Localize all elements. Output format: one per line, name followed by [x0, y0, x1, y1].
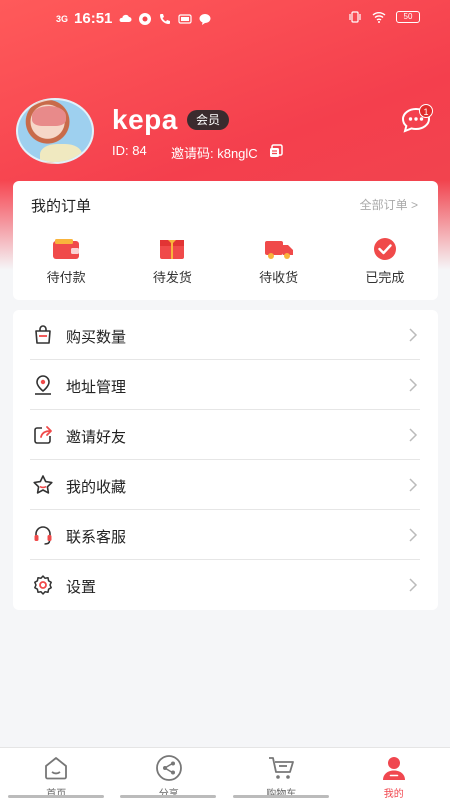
truck-icon	[264, 241, 293, 259]
cart-icon	[269, 757, 295, 779]
orders-title: 我的订单	[31, 198, 92, 215]
home-icon	[45, 757, 68, 780]
status-time: 16:51	[74, 10, 113, 27]
nav-home[interactable]: 首页	[0, 748, 113, 800]
share-out-icon	[34, 426, 52, 444]
chevron-right-icon	[409, 328, 418, 342]
menu-item-favorites[interactable]: 我的收藏	[30, 460, 420, 510]
member-badge: 会员	[187, 110, 230, 130]
vibrate-icon	[349, 11, 361, 23]
username: kepa	[112, 104, 178, 135]
cloud-icon	[119, 14, 132, 22]
wifi-icon	[372, 12, 386, 23]
nav-cart[interactable]: 购物车	[225, 748, 338, 800]
gift-box-icon	[160, 240, 185, 259]
wallet-icon	[53, 239, 80, 259]
nav-home-underline	[8, 795, 104, 798]
menu-item-address[interactable]: 地址管理	[30, 360, 420, 410]
message-count-badge: 1	[419, 104, 433, 118]
status-bar: 3G 16:51 50	[0, 8, 450, 32]
check-circle-icon	[373, 238, 396, 260]
menu-item-purchase-quantity[interactable]: 购买数量	[30, 310, 420, 360]
bottom-nav: 首页 分享 购物车 我的	[0, 747, 450, 800]
orders-card: 我的订单 全部订单 > 待付款 待发货 待收货 已完成	[13, 181, 438, 300]
order-pending-payment[interactable]: 待付款	[13, 237, 119, 286]
location-pin-icon	[35, 375, 51, 395]
hd-icon	[178, 13, 192, 24]
user-id: ID: 84	[112, 143, 147, 158]
bag-icon	[35, 325, 51, 344]
menu-card: 购买数量 地址管理 邀请好友 我的收藏 联系客服 设置	[13, 310, 438, 610]
chevron-right-icon	[409, 528, 418, 542]
user-icon	[382, 757, 405, 780]
signal-indicator: 3G	[56, 13, 69, 24]
chevron-right-icon	[409, 478, 418, 492]
battery-indicator: 50	[396, 11, 420, 23]
nav-mine[interactable]: 我的	[338, 748, 450, 800]
order-completed[interactable]: 已完成	[332, 237, 438, 286]
gear-icon	[34, 575, 52, 595]
phone-icon	[160, 13, 171, 24]
app-icon	[139, 12, 152, 25]
order-pending-receipt[interactable]: 待收货	[226, 237, 332, 286]
menu-item-customer-service[interactable]: 联系客服	[30, 510, 420, 560]
copy-icon[interactable]	[268, 143, 284, 159]
star-icon	[33, 475, 53, 494]
share-icon	[155, 755, 182, 781]
invite-code: 邀请码: k8nglC	[171, 146, 258, 161]
avatar[interactable]	[16, 98, 94, 164]
menu-item-settings[interactable]: 设置	[30, 560, 420, 610]
headset-icon	[34, 526, 52, 545]
menu-item-invite-friends[interactable]: 邀请好友	[30, 410, 420, 460]
chat-bubble-icon	[199, 13, 211, 25]
chevron-right-icon	[409, 578, 418, 592]
nav-share-underline	[120, 795, 216, 798]
order-pending-shipment[interactable]: 待发货	[119, 237, 225, 286]
all-orders-link[interactable]: 全部订单 >	[360, 196, 418, 213]
chevron-right-icon	[409, 428, 418, 442]
nav-share[interactable]: 分享	[113, 748, 226, 800]
chevron-right-icon	[409, 378, 418, 392]
nav-cart-underline	[233, 795, 329, 798]
